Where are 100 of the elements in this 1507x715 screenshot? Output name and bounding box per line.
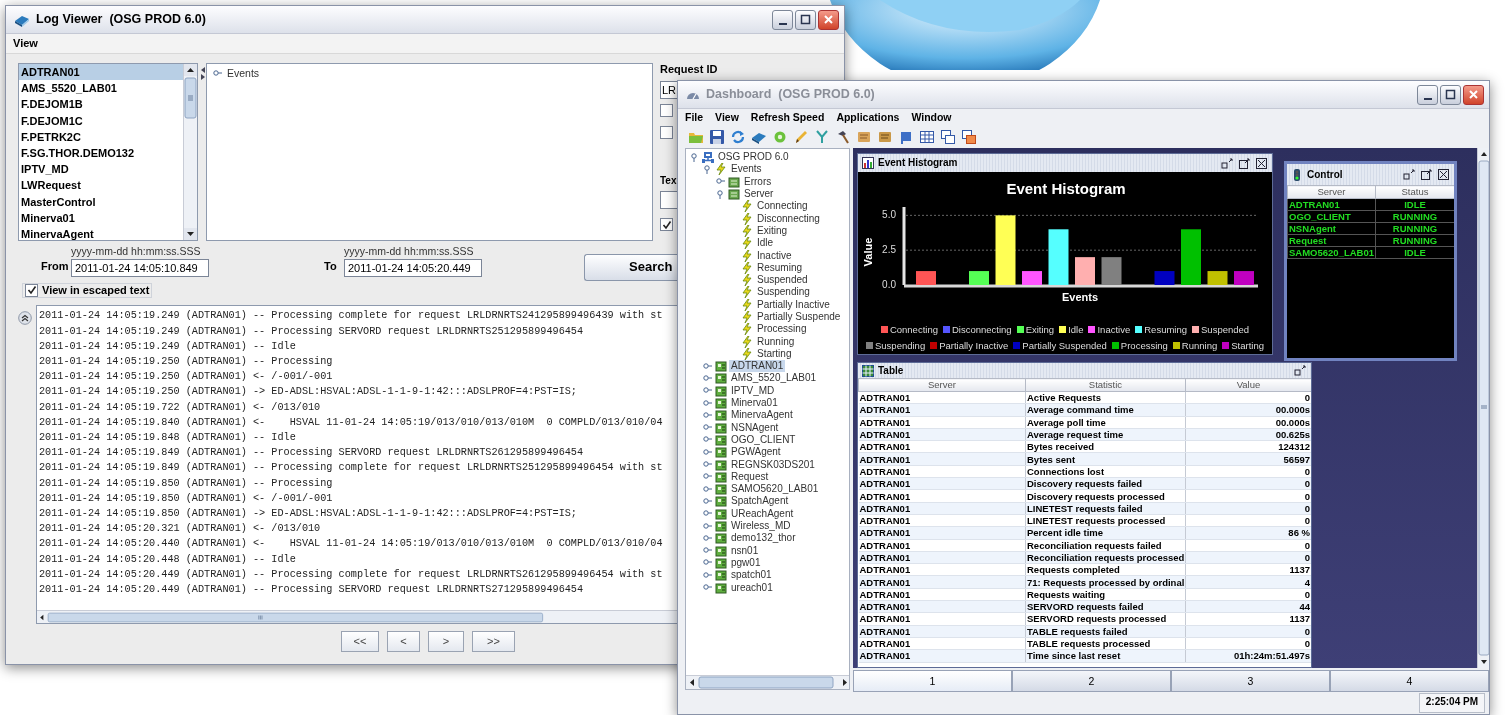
restore-button[interactable] [1221, 156, 1234, 170]
refresh-icon[interactable] [730, 129, 746, 145]
tree-item[interactable]: MinervaAgent [729, 409, 795, 422]
server-list-item[interactable]: AMS_5520_LAB01 [19, 80, 183, 97]
minimize-button[interactable] [1417, 84, 1438, 105]
expand-toggle[interactable] [703, 558, 713, 568]
search-button[interactable]: Search [584, 253, 677, 281]
tree-item[interactable]: SpatchAgent [729, 495, 791, 508]
tree-item[interactable]: Disconnecting [755, 212, 822, 225]
pager-button[interactable]: < [387, 631, 420, 653]
text-field[interactable] [660, 191, 677, 210]
tab[interactable]: 3 [1171, 670, 1330, 692]
expand-toggle[interactable] [690, 152, 700, 162]
horizontal-scrollbar[interactable] [37, 610, 677, 624]
close-button[interactable] [1255, 156, 1268, 170]
vertical-scrollbar[interactable] [1477, 148, 1489, 668]
fork-icon[interactable] [814, 129, 830, 145]
windows-icon[interactable] [940, 129, 956, 145]
menu-item[interactable]: Applications [836, 111, 900, 124]
tree-item[interactable]: UReachAgent [729, 507, 796, 520]
server-list-item[interactable]: Minerva01 [19, 209, 183, 226]
tree-item[interactable]: Events [729, 163, 764, 176]
server-list-item[interactable]: LWRequest [19, 177, 183, 194]
tree-item[interactable]: Connecting [755, 200, 810, 213]
gear-icon[interactable] [772, 129, 788, 145]
expand-toggle[interactable] [703, 570, 713, 580]
expand-toggle[interactable] [703, 447, 713, 457]
server-list-item[interactable]: MasterControl [19, 193, 183, 210]
date-field[interactable]: 2011-01-24 14:05:10.849 [71, 258, 209, 277]
tree-item[interactable]: OSG PROD 6.0 [716, 151, 791, 164]
tree-item[interactable]: Events [225, 67, 262, 80]
tree-item[interactable]: Inactive [755, 249, 794, 262]
expand-toggle[interactable] [703, 435, 713, 445]
tree-item[interactable]: Suspended [755, 274, 810, 287]
pager-button[interactable]: > [428, 631, 464, 653]
grid-icon[interactable] [919, 129, 935, 145]
column-header[interactable]: Status [1375, 185, 1454, 199]
tree-item[interactable]: ADTRAN01 [729, 360, 786, 373]
close-button[interactable] [1463, 84, 1484, 105]
maximize-button[interactable] [1420, 168, 1433, 181]
expand-toggle[interactable] [703, 472, 713, 482]
scroll-icon[interactable] [877, 129, 893, 145]
expand-toggle[interactable] [703, 533, 713, 543]
checkbox[interactable] [660, 126, 673, 140]
tree-item[interactable]: SAMO5620_LAB01 [729, 483, 821, 496]
tree-item[interactable]: demo132_thor [729, 532, 798, 545]
expand-toggle[interactable] [703, 484, 713, 494]
collapse-icon[interactable] [18, 311, 32, 326]
expand-toggle[interactable] [703, 164, 713, 174]
column-header[interactable]: Statistic [1025, 378, 1186, 392]
pager-button[interactable]: << [341, 631, 379, 653]
checkbox[interactable] [660, 218, 673, 232]
menu-item[interactable]: Window [911, 111, 952, 124]
windows-icon[interactable] [961, 129, 977, 145]
tree-item[interactable]: Suspending [755, 286, 812, 299]
checkbox[interactable] [660, 104, 673, 118]
tree-item[interactable]: Starting [755, 347, 794, 360]
scroll-icon[interactable] [856, 129, 872, 145]
tree-item[interactable]: Errors [742, 175, 774, 188]
server-list-item[interactable]: ADTRAN01 [19, 64, 183, 81]
restore-button[interactable] [1294, 364, 1307, 377]
tree-item[interactable]: nsn01 [729, 544, 761, 557]
server-list-item[interactable]: IPTV_MD [19, 161, 183, 178]
close-button[interactable] [818, 9, 839, 30]
tree-item[interactable]: IPTV_MD [729, 384, 777, 397]
server-list-item[interactable]: F.DEJOM1C [19, 112, 183, 129]
expand-toggle[interactable] [703, 361, 713, 371]
tree-item[interactable]: AMS_5520_LAB01 [729, 372, 819, 385]
expand-toggle[interactable] [703, 496, 713, 506]
expand-toggle[interactable] [703, 583, 713, 593]
minimize-button[interactable] [772, 9, 793, 30]
horizontal-scrollbar[interactable] [686, 675, 849, 689]
maximize-button[interactable] [1238, 156, 1251, 170]
menu-item[interactable]: Refresh Speed [750, 111, 825, 124]
expand-toggle[interactable] [213, 69, 223, 78]
maximize-button[interactable] [1440, 84, 1461, 105]
pencil-icon[interactable] [793, 129, 809, 145]
tree-item[interactable]: Exiting [755, 224, 789, 237]
tree-item[interactable]: Partially Suspende [755, 311, 843, 323]
expand-toggle[interactable] [703, 374, 713, 383]
close-button[interactable] [1437, 168, 1450, 181]
server-list-item[interactable]: F.SG.THOR.DEMO132 [19, 144, 183, 162]
tree-item[interactable]: NSNAgent [729, 421, 781, 434]
expand-toggle[interactable] [716, 177, 726, 187]
expand-toggle[interactable] [703, 410, 713, 420]
tree-item[interactable]: REGNSK03DS201 [729, 458, 817, 471]
tree-item[interactable]: pgw01 [729, 556, 763, 569]
tree-item[interactable]: Minerva01 [729, 397, 780, 410]
server-list-item[interactable]: F.PETRK2C [19, 128, 183, 145]
menu-item[interactable]: File [685, 111, 704, 124]
vertical-scrollbar[interactable] [183, 64, 197, 240]
expand-toggle[interactable] [703, 546, 713, 556]
menu-item[interactable]: View [715, 111, 739, 124]
tab[interactable]: 1 [853, 670, 1012, 692]
flag-icon[interactable] [898, 129, 914, 145]
request-id-field[interactable]: LR [660, 81, 677, 100]
tree-item[interactable]: Partially Inactive [755, 298, 832, 311]
tab[interactable]: 2 [1012, 670, 1171, 692]
tree-item[interactable]: Idle [755, 237, 776, 250]
expand-toggle[interactable] [703, 521, 713, 531]
